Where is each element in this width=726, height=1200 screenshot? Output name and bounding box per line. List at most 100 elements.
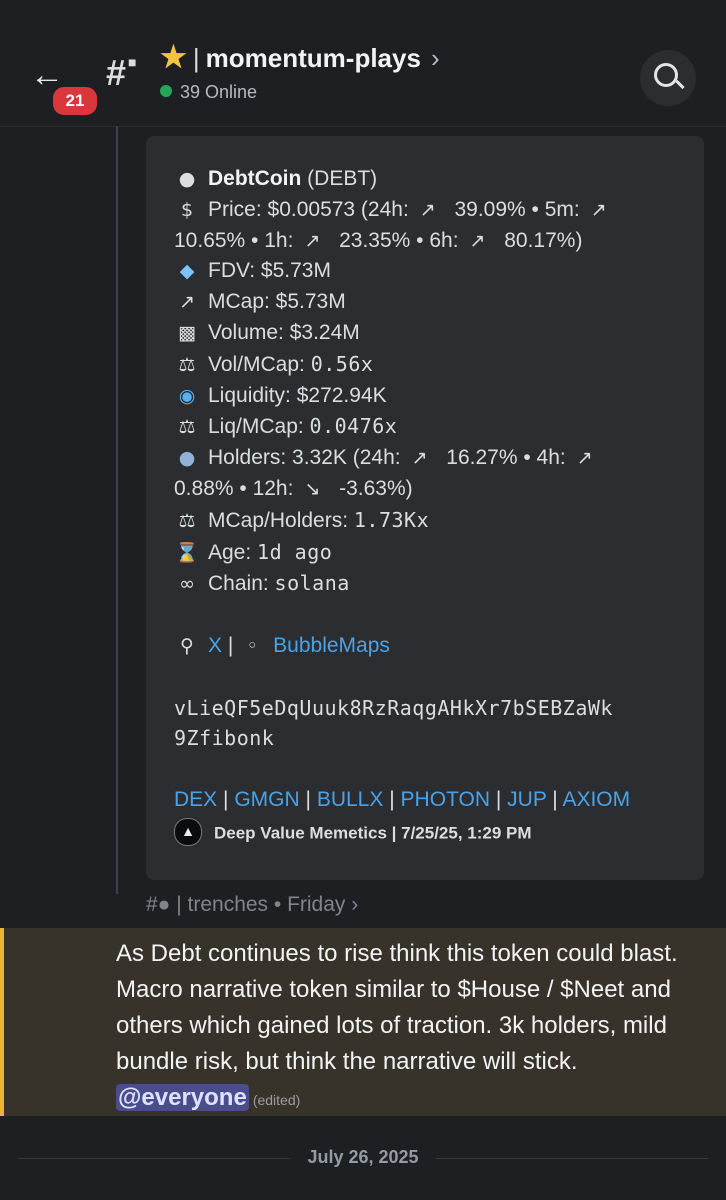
links-separator: | [227, 633, 234, 657]
mcap-text: MCap: $5.73M [208, 290, 346, 314]
price-row: $ Price: $0.00573 (24h: ↗ 39.09% • 5m: ↗ [174, 195, 694, 226]
liq-mcap-label: Liq/MCap: [208, 415, 310, 439]
scales-icon: ⚖ [178, 416, 196, 439]
mcap-holders-value: 1.73Kx [353, 507, 430, 532]
chain-label: Chain: [208, 572, 275, 596]
bot-avatar-icon: ▲ [174, 818, 202, 846]
mcap-row: ↗ MCap: $5.73M [174, 287, 694, 318]
title-separator: | [192, 43, 200, 73]
contract-address-line-1[interactable]: vLieQF5eDqUuuk8RzRaqgAHkXr7bSEBZaWk [174, 693, 694, 724]
channel-title[interactable]: ★ | momentum-plays › [160, 40, 440, 75]
chevron-right-icon: › [430, 43, 440, 73]
price-6h: 80.17%) [498, 228, 583, 252]
bullx-link[interactable]: BULLX [317, 788, 384, 811]
link-chain-icon: ∞ [179, 573, 195, 596]
liquidity-text: Liquidity: $272.94K [208, 383, 387, 407]
trade-links-row: DEX | GMGN | BULLX | PHOTON | JUP | AXIO… [174, 785, 694, 816]
date-divider: July 26, 2025 [290, 1147, 436, 1168]
axiom-link[interactable]: AXIOM [562, 788, 630, 811]
people-icon: ● [178, 447, 196, 470]
holders-12h: -3.63%) [333, 476, 413, 500]
magnifier-icon: ⚲ [180, 634, 194, 657]
liquidity-row: ◉ Liquidity: $272.94K [174, 381, 694, 412]
unread-badge: 21 [50, 84, 100, 118]
holders-row-2: 0.88% • 12h: ↘ -3.63%) [174, 474, 694, 505]
highlighted-message: As Debt continues to rise think this tok… [0, 928, 726, 1116]
price-text: Price: $0.00573 (24h: [208, 197, 415, 221]
chart-up-icon: ↗ [469, 229, 486, 252]
bubbles-icon: ◦ [246, 634, 258, 657]
edited-tag: (edited) [252, 1092, 301, 1108]
jup-link[interactable]: JUP [507, 788, 546, 811]
search-button[interactable] [640, 50, 696, 106]
fdv-row: ◆ FDV: $5.73M [174, 256, 694, 287]
everyone-mention[interactable]: @everyone [116, 1084, 249, 1111]
x-link[interactable]: X [208, 634, 222, 657]
liq-mcap-value: 0.0476x [309, 414, 398, 439]
age-value: 1d ago [257, 539, 333, 564]
vol-mcap-value: 0.56x [310, 351, 374, 376]
thread-label-text: | trenches • Friday [176, 893, 346, 916]
chart-up-icon: ↗ [179, 291, 195, 314]
lock-icon: ■ [128, 54, 137, 70]
vol-mcap-row: ⚖ Vol/MCap: 0.56x [174, 349, 694, 381]
thread-channel-icon: #● [146, 893, 171, 916]
embed-body: ● DebtCoin (DEBT) $ Price: $0.00573 (24h: … [174, 164, 694, 816]
star-emoji-icon: ★ [160, 41, 187, 74]
chart-up-icon: ↗ [411, 447, 428, 470]
chart-up-icon: ↗ [576, 447, 593, 470]
money-bag-icon: $ [180, 198, 194, 221]
mcap-holders-row: ⚖ MCap/Holders: 1.73Kx [174, 505, 694, 537]
chart-up-icon: ↗ [304, 229, 321, 252]
reply-thread-line [116, 126, 118, 894]
message-text: As Debt continues to rise think this tok… [116, 940, 678, 1075]
bubblemaps-link[interactable]: BubbleMaps [273, 634, 390, 657]
chart-up-icon: ↗ [419, 198, 436, 221]
photon-link[interactable]: PHOTON [401, 788, 490, 811]
fdv-text: FDV: $5.73M [208, 259, 331, 283]
coin-icon: ● [178, 168, 196, 190]
online-count: 39 Online [180, 82, 258, 102]
holders-text: Holders: 3.32K (24h: [208, 446, 407, 470]
online-dot-icon [160, 85, 172, 98]
gmgn-link[interactable]: GMGN [234, 788, 299, 811]
pipe: | [495, 787, 502, 811]
search-icon-handle [675, 79, 685, 90]
channel-header: ← 21 # ■ ★ | momentum-plays › 39 Online [0, 0, 726, 127]
token-embed: ● DebtCoin (DEBT) $ Price: $0.00573 (24h: … [146, 136, 704, 880]
chart-up-icon: ↗ [590, 198, 607, 221]
holders-4h: 0.88% • 12h: [174, 476, 300, 500]
volume-row: ▩ Volume: $3.24M [174, 318, 694, 349]
pipe: | [305, 787, 311, 811]
contract-address-line-2[interactable]: 9Zfibonk [174, 723, 694, 754]
thread-link[interactable]: #● | trenches • Friday › [146, 893, 358, 917]
liq-mcap-row: ⚖ Liq/MCap: 0.0476x [174, 411, 694, 443]
chart-down-icon: ↘ [304, 477, 321, 500]
channel-name: momentum-plays [205, 43, 421, 73]
chain-value: solana [274, 571, 350, 596]
holders-24h: 16.27% • 4h: [440, 446, 572, 470]
pipe: | [389, 787, 395, 811]
holders-row: ● Holders: 3.32K (24h: ↗ 16.27% • 4h: ↗ [174, 443, 694, 474]
scales-icon: ⚖ [178, 353, 196, 376]
token-ticker: (DEBT) [307, 167, 378, 190]
scales-icon: ⚖ [178, 509, 196, 532]
age-row: ⌛ Age: 1d ago [174, 537, 694, 569]
mcap-holders-label: MCap/Holders: [208, 508, 354, 532]
age-label: Age: [208, 540, 258, 564]
footer-text: Deep Value Memetics | 7/25/25, 1:29 PM [214, 823, 532, 843]
message-content: As Debt continues to rise think this tok… [116, 936, 706, 1118]
mention-accent-bar [0, 928, 4, 1116]
locked-text-channel-icon: # ■ [106, 52, 137, 93]
dex-link[interactable]: DEX [174, 788, 217, 811]
volume-text: Volume: $3.24M [208, 320, 360, 344]
price-1h: 23.35% • 6h: [333, 228, 465, 252]
hourglass-icon: ⌛ [175, 541, 199, 564]
online-status: 39 Online [160, 82, 257, 103]
price-row-2: 10.65% • 1h: ↗ 23.35% • 6h: ↗ 80.17%) [174, 226, 694, 257]
embed-footer: ▲ Deep Value Memetics | 7/25/25, 1:29 PM [174, 818, 532, 848]
bar-chart-icon: ▩ [178, 321, 196, 344]
